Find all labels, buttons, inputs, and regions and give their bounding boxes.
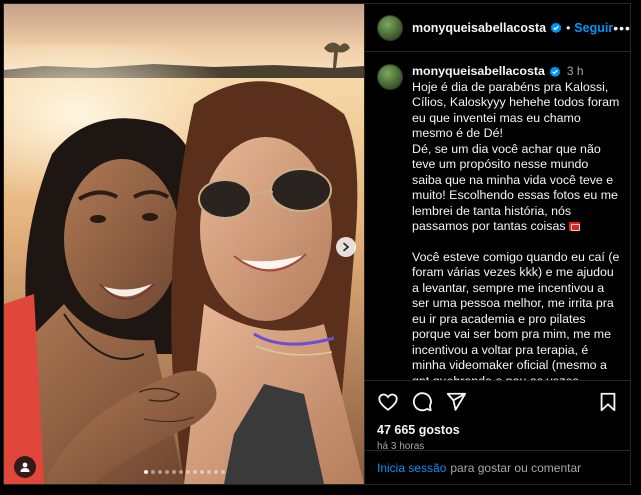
- more-options-icon[interactable]: •••: [613, 20, 631, 36]
- header-separator: •: [566, 20, 571, 35]
- share-icon[interactable]: [445, 391, 467, 413]
- carousel-dot: [185, 470, 190, 474]
- action-icons: [377, 389, 618, 415]
- post-side-panel: monyqueisabellacosta • Seguir ••• monyqu…: [364, 4, 630, 484]
- avatar[interactable]: [377, 14, 403, 41]
- carousel-dot: [157, 470, 162, 474]
- like-count[interactable]: 47 665 gostos: [377, 423, 618, 437]
- post-photo[interactable]: [4, 4, 364, 484]
- caption: monyqueisabellacosta 3 h Hoje é dia de p…: [412, 64, 620, 380]
- caption-paragraph: Você esteve comigo quando eu caí (e fora…: [412, 249, 620, 381]
- carousel-dot: [206, 470, 211, 474]
- carousel-dot: [164, 470, 169, 474]
- caption-paragraph: Hoje é dia de parabéns pra Kalossi, Cíli…: [412, 79, 623, 141]
- comment-icon[interactable]: [411, 391, 433, 413]
- carousel-dot: [171, 470, 176, 474]
- next-photo-button[interactable]: [336, 237, 356, 257]
- login-text: para gostar ou comentar: [450, 460, 582, 475]
- post-header: monyqueisabellacosta • Seguir •••: [365, 4, 630, 52]
- tagged-users-button[interactable]: [14, 456, 36, 478]
- caption-avatar[interactable]: [377, 64, 403, 90]
- chevron-right-icon: [343, 242, 350, 252]
- caption-paragraph: Dé, se um dia você achar que não teve um…: [412, 142, 620, 235]
- carousel-dot: [178, 470, 183, 474]
- caption-username[interactable]: monyqueisabellacosta: [412, 64, 545, 80]
- login-link[interactable]: Inicia sessão: [377, 461, 446, 475]
- carousel-dot: [150, 470, 155, 474]
- caption-time: 3 h: [566, 64, 584, 78]
- caption-header: monyqueisabellacosta 3 h: [412, 64, 620, 80]
- header-username[interactable]: monyqueisabellacosta: [412, 21, 546, 35]
- caption-paragraph-text: Dé, se um dia você achar que não teve um…: [412, 141, 622, 234]
- carousel-dot: [192, 470, 197, 474]
- carousel-dot: [213, 470, 218, 474]
- follow-button[interactable]: Seguir: [574, 21, 613, 35]
- carousel-dot: [199, 470, 204, 474]
- carousel-indicator: [4, 470, 364, 474]
- verified-badge-icon: [550, 22, 562, 34]
- emoji-icon: [569, 222, 581, 231]
- verified-badge-icon: [549, 66, 561, 78]
- login-prompt: Inicia sessão para gostar ou comentar: [365, 450, 630, 484]
- selfie-photo-illustration: [4, 4, 364, 484]
- post-dialog: monyqueisabellacosta • Seguir ••• monyqu…: [3, 3, 631, 485]
- heart-icon[interactable]: [377, 391, 399, 413]
- carousel-dot: [220, 470, 225, 474]
- comments-area: monyqueisabellacosta 3 h Hoje é dia de p…: [365, 52, 630, 380]
- bookmark-icon[interactable]: [598, 391, 618, 413]
- carousel-dot: [143, 470, 148, 474]
